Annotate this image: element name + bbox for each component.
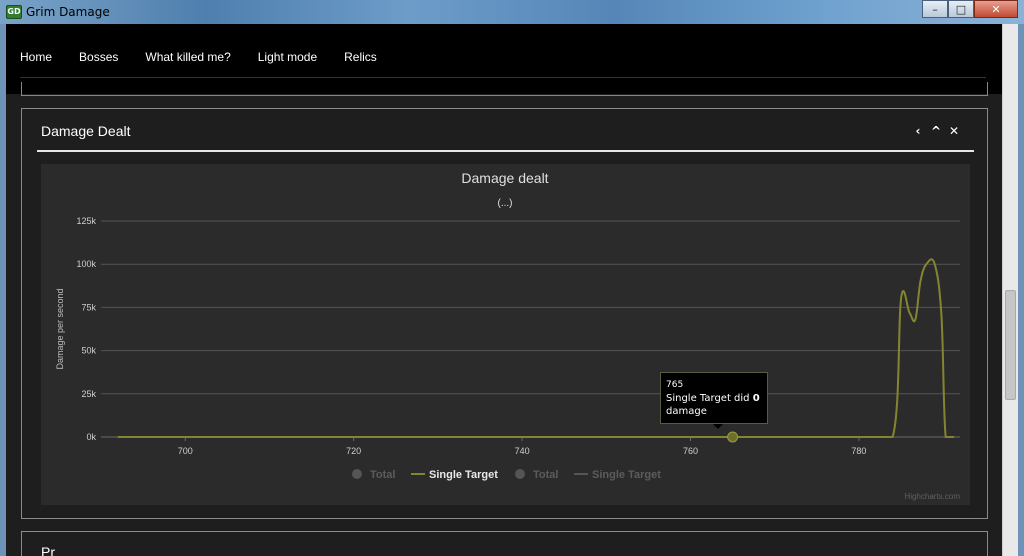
nav-item-light-mode[interactable]: Light mode: [258, 50, 317, 64]
nav-item-what-killed-me[interactable]: What killed me?: [145, 50, 230, 64]
y-tick-label: 75k: [81, 302, 96, 312]
window-controls: – □ ✕: [922, 0, 1018, 18]
panel-title: Damage Dealt: [41, 123, 131, 139]
app-client-area: Home Bosses What killed me? Light mode R…: [6, 24, 1018, 556]
scrollbar-thumb[interactable]: [1005, 290, 1016, 400]
damage-chart-svg: Damage dealt (...) 0k 25k 50k 75k 100k 125k 700 7…: [55, 170, 960, 501]
legend-marker: [515, 469, 525, 479]
damage-chart: Damage dealt (...) 0k 25k 50k 75k 100k 125k 700 7…: [41, 164, 970, 505]
nav-item-home[interactable]: Home: [20, 50, 52, 64]
nav-menu: Home Bosses What killed me? Light mode R…: [20, 50, 404, 64]
tooltip-pointer: [713, 424, 723, 429]
legend-item-label: Single Target: [592, 469, 661, 481]
y-tick-label: 25k: [81, 389, 96, 399]
chevron-up-icon[interactable]: ^: [927, 124, 945, 138]
x-tick-label: 760: [683, 446, 698, 456]
window-title: Grim Damage: [26, 5, 110, 19]
window-frame-right: [1018, 24, 1024, 556]
next-panel: Pr: [21, 531, 988, 556]
chart-tooltip: 765 Single Target did 0 damage: [660, 372, 768, 429]
chevron-left-icon[interactable]: ‹: [909, 124, 927, 138]
tooltip-damage-value: 0: [752, 393, 760, 404]
vertical-scrollbar[interactable]: [1002, 24, 1018, 556]
x-tick-label: 780: [851, 446, 866, 456]
panel-title-divider: [37, 150, 974, 152]
close-icon[interactable]: ✕: [945, 124, 963, 138]
chart-subtitle: (...): [498, 198, 513, 209]
minimize-button[interactable]: –: [922, 0, 948, 18]
window-titlebar[interactable]: GD Grim Damage – □ ✕: [0, 0, 1024, 24]
legend-item-label: Total: [533, 469, 558, 481]
y-tick-label: 50k: [81, 346, 96, 356]
panel-toolbar: ‹ ^ ✕: [909, 124, 963, 138]
tooltip-text: Single Target did: [666, 393, 753, 404]
previous-panel-bottom: [21, 82, 988, 96]
highlight-point: [727, 431, 739, 443]
next-panel-title: Pr: [41, 544, 55, 556]
chart-title: Damage dealt: [461, 170, 548, 186]
legend-item-label: Total: [370, 469, 395, 481]
series-line-single-target: [117, 258, 955, 439]
tooltip-line: Single Target did 0: [666, 392, 762, 405]
nav-item-relics[interactable]: Relics: [344, 50, 377, 64]
chart-credits: Highcharts.com: [904, 492, 960, 501]
x-tick-label: 740: [515, 446, 530, 456]
app-icon: GD: [6, 5, 22, 19]
legend-marker: [352, 469, 362, 479]
x-tick-label: 720: [346, 446, 361, 456]
y-axis-label: Damage per second: [55, 288, 65, 369]
damage-dealt-panel: Damage Dealt ‹ ^ ✕ Damage dealt (...) 0k 25…: [21, 108, 988, 519]
nav-divider: [20, 77, 986, 78]
close-window-button[interactable]: ✕: [974, 0, 1018, 18]
y-tick-label: 0k: [86, 432, 96, 442]
y-tick-label: 100k: [76, 259, 96, 269]
maximize-button[interactable]: □: [948, 0, 974, 18]
tooltip-x-value: 765: [666, 380, 684, 390]
legend-item-label: Single Target: [429, 469, 498, 481]
x-tick-label: 700: [178, 446, 193, 456]
y-tick-label: 125k: [76, 216, 96, 226]
tooltip-unit: damage: [666, 406, 707, 417]
nav-item-bosses[interactable]: Bosses: [79, 50, 118, 64]
